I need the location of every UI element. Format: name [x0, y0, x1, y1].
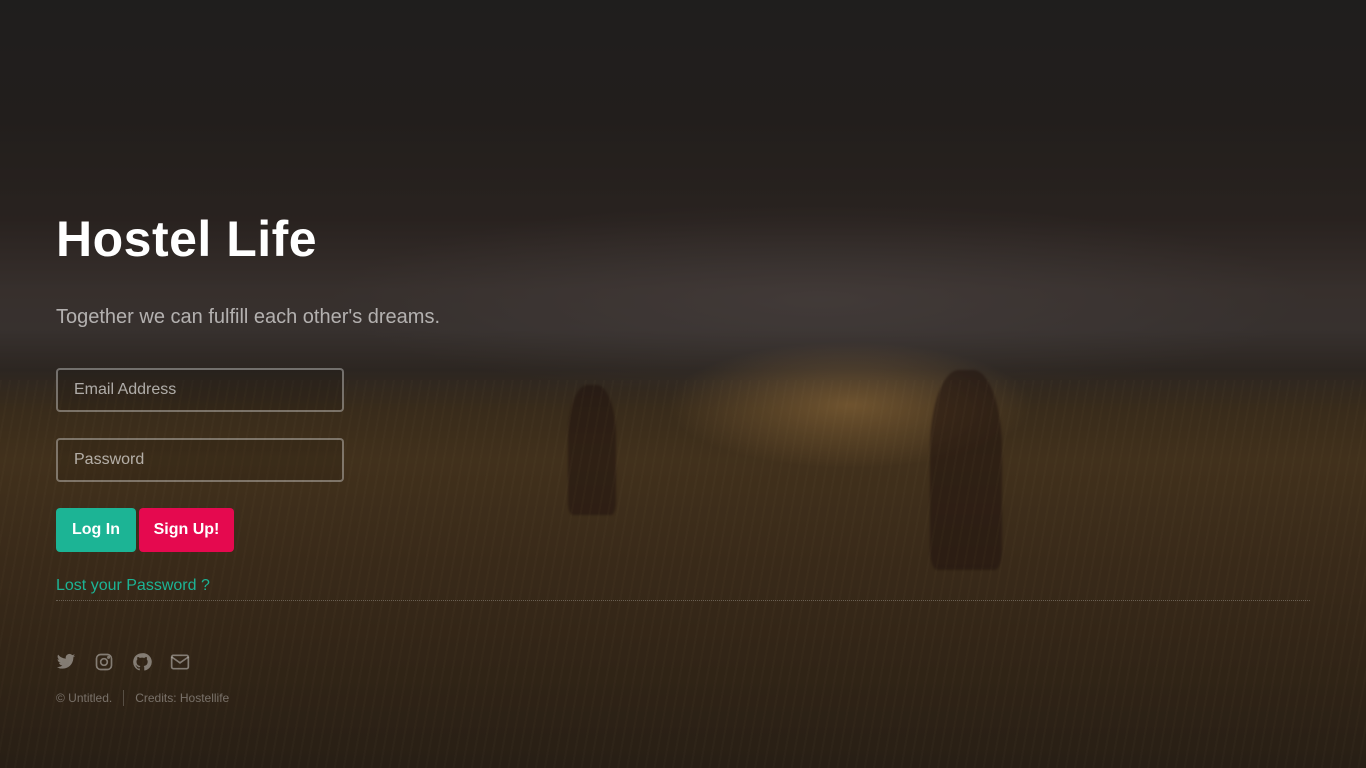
social-icons — [56, 652, 208, 674]
divider — [56, 600, 1310, 601]
tagline: Together we can fulfill each other's dre… — [56, 306, 441, 328]
credits-text: Credits: Hostellife — [135, 691, 230, 705]
email-field[interactable] — [56, 368, 344, 412]
envelope-icon[interactable] — [170, 652, 208, 674]
page-title: Hostel Life — [56, 211, 318, 267]
lost-password-link[interactable]: Lost your Password ? — [56, 577, 210, 595]
copyright-text: © Untitled. — [56, 691, 113, 705]
password-field[interactable] — [56, 438, 344, 482]
footer-separator — [123, 690, 125, 706]
footer: © Untitled. Credits: Hostellife — [56, 690, 229, 706]
twitter-icon[interactable] — [56, 652, 94, 674]
signup-button[interactable]: Sign Up! — [139, 508, 234, 552]
github-icon[interactable] — [132, 652, 170, 674]
login-button[interactable]: Log In — [56, 508, 136, 552]
instagram-icon[interactable] — [94, 652, 132, 674]
